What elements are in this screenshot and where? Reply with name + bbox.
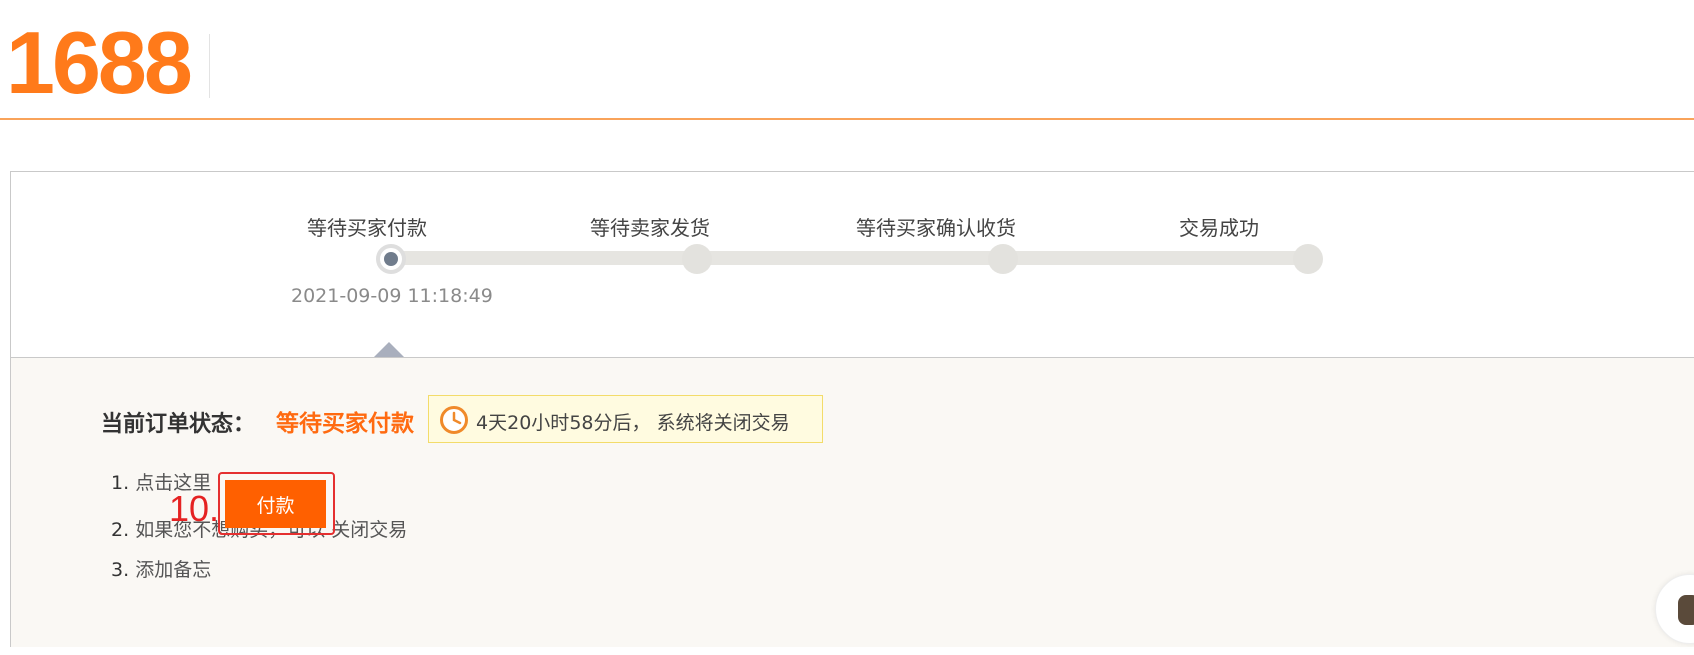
countdown-hours: 20: [507, 412, 532, 434]
countdown-message: 系统将关闭交易: [656, 412, 790, 434]
add-memo-link[interactable]: 添加备忘: [135, 559, 211, 581]
countdown-notice: 4天20小时58分后， 系统将关闭交易: [428, 395, 823, 443]
step-label-await-payment: 等待买家付款: [307, 216, 427, 240]
countdown-minutes-suffix: 分后，: [593, 412, 651, 434]
order-status-panel: 等待买家付款 等待卖家发货 等待买家确认收货 交易成功 2021-09-09 1…: [10, 171, 1694, 647]
countdown-text: 4天20小时58分后， 系统将关闭交易: [476, 408, 790, 435]
step-label-await-shipping: 等待卖家发货: [590, 216, 710, 240]
action-number: 3.: [111, 559, 130, 581]
action-number: 2.: [111, 519, 130, 541]
step-dot-complete: [1293, 244, 1323, 274]
action-number: 1.: [111, 472, 130, 494]
step-dot-await-shipping: [682, 244, 712, 274]
site-header: 1688: [0, 0, 1694, 120]
site-logo[interactable]: 1688: [6, 19, 193, 107]
order-progress: 等待买家付款 等待卖家发货 等待买家确认收货 交易成功 2021-09-09 1…: [11, 172, 1694, 357]
progress-track: [391, 251, 1321, 265]
highlight-box: [218, 472, 335, 535]
step-label-await-receipt: 等待买家确认收货: [856, 216, 1016, 240]
step-label-complete: 交易成功: [1179, 216, 1259, 240]
countdown-minutes: 58: [569, 412, 594, 434]
countdown-days: 4: [476, 412, 489, 434]
status-title: 当前订单状态：: [101, 412, 256, 437]
status-detail: 当前订单状态： 等待买家付款 4天20小时58分后， 系统将关闭交易 1. 点击…: [11, 357, 1694, 647]
countdown-hours-unit: 小时: [531, 412, 570, 434]
close-trade-link[interactable]: 关闭交易: [331, 519, 407, 541]
active-step-pointer: [374, 342, 404, 357]
clock-icon: [440, 406, 468, 434]
step-number-annotation: 10.: [169, 488, 220, 529]
countdown-days-unit: 天: [488, 412, 508, 434]
logo-divider: [209, 34, 210, 98]
step-dot-await-payment: [376, 244, 406, 274]
status-value: 等待买家付款: [276, 411, 414, 437]
step-timestamp: 2021-09-09 11:18:49: [291, 285, 493, 307]
action-item-memo: 3. 添加备忘: [111, 555, 211, 582]
step-dot-await-receipt: [988, 244, 1018, 274]
